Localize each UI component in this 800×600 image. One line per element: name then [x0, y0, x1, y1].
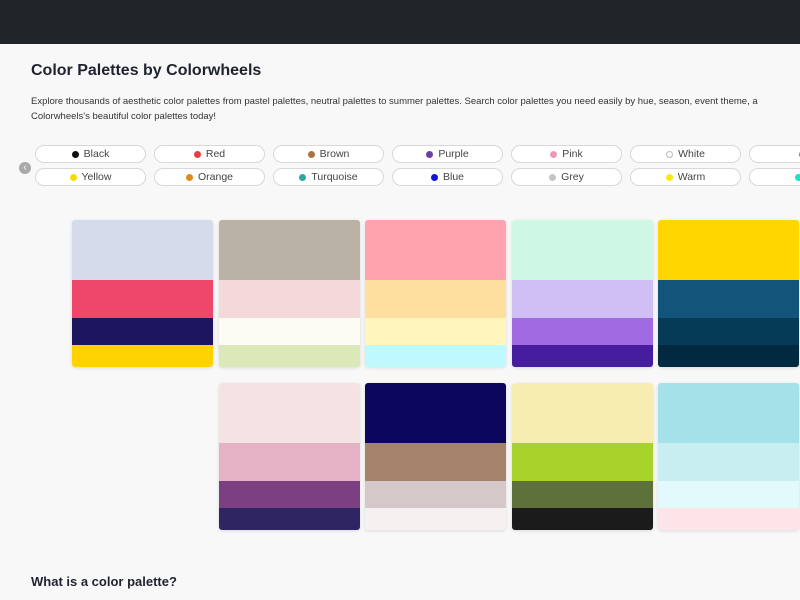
- color-dot-icon: [299, 173, 307, 181]
- palette-card[interactable]: [219, 220, 360, 367]
- palette-swatch[interactable]: [72, 318, 213, 345]
- palette-swatch[interactable]: [219, 443, 360, 482]
- palette-card[interactable]: [658, 220, 799, 367]
- filter-chip-label: Black: [83, 148, 110, 160]
- palette-swatch[interactable]: [512, 280, 653, 319]
- color-dot-icon: [307, 150, 315, 158]
- filter-chip-yellow[interactable]: Yellow: [35, 168, 146, 186]
- palette-swatch[interactable]: [365, 318, 506, 345]
- palette-swatch[interactable]: [512, 443, 653, 482]
- palette-swatch[interactable]: [512, 481, 653, 508]
- palette-swatch[interactable]: [219, 280, 360, 319]
- palette-swatch[interactable]: [512, 220, 653, 281]
- palette-swatch[interactable]: [512, 318, 653, 345]
- color-dot-icon: [550, 150, 558, 158]
- color-dot-icon: [430, 173, 438, 181]
- palette-swatch[interactable]: [72, 220, 213, 281]
- color-dot-icon: [185, 173, 193, 181]
- palette-card[interactable]: [365, 383, 506, 530]
- color-dot-icon: [71, 150, 79, 158]
- palette-swatch[interactable]: [365, 280, 506, 319]
- palette-swatch[interactable]: [219, 318, 360, 345]
- color-dot-icon: [193, 150, 201, 158]
- page-description: Explore thousands of aesthetic color pal…: [31, 94, 800, 124]
- filter-chip-label: Yellow: [81, 171, 112, 183]
- palette-swatch[interactable]: [658, 280, 799, 319]
- page-title: Color Palettes by Colorwheels: [31, 62, 262, 79]
- section-heading: What is a color palette?: [31, 574, 177, 589]
- filter-chip-brown[interactable]: Brown: [273, 145, 384, 163]
- color-dot-icon: [794, 173, 800, 181]
- filter-chip-label: Brown: [319, 148, 350, 160]
- description-line-1: Explore thousands of aesthetic color pal…: [31, 96, 758, 107]
- filter-chip-black[interactable]: Black: [35, 145, 146, 163]
- filter-chip-warm[interactable]: Warm: [630, 168, 741, 186]
- main-content: Color Palettes by Colorwheels Explore th…: [0, 44, 800, 600]
- filter-chip-label: White: [678, 148, 705, 160]
- palette-card[interactable]: [219, 383, 360, 530]
- filter-chip-label: Grey: [561, 171, 584, 183]
- palette-swatch[interactable]: [658, 443, 799, 482]
- filter-chip-white[interactable]: White: [630, 145, 741, 163]
- palette-swatch[interactable]: [512, 507, 653, 530]
- color-filter-bar: Black Red Brown Purple Pink White Yellow Orange…: [35, 145, 800, 190]
- color-dot-icon: [69, 173, 77, 181]
- palette-swatch[interactable]: [219, 507, 360, 530]
- filter-chip-red[interactable]: Red: [154, 145, 265, 163]
- color-dot-icon: [666, 150, 674, 158]
- palette-swatch[interactable]: [658, 318, 799, 345]
- palette-card[interactable]: [365, 220, 506, 367]
- palette-swatch[interactable]: [219, 481, 360, 508]
- palette-swatch[interactable]: [365, 481, 506, 508]
- palette-swatch[interactable]: [365, 220, 506, 281]
- palette-swatch[interactable]: [219, 344, 360, 367]
- palette-swatch[interactable]: [658, 220, 799, 281]
- description-line-2: Colorwheels's beautiful color palettes t…: [31, 111, 217, 122]
- top-navigation-bar: [0, 0, 800, 44]
- color-dot-icon: [665, 173, 673, 181]
- palette-swatch[interactable]: [658, 507, 799, 530]
- filter-chip-grey[interactable]: Grey: [511, 168, 622, 186]
- filter-chip-label: Red: [205, 148, 226, 160]
- palette-swatch[interactable]: [365, 507, 506, 530]
- palette-swatch[interactable]: [365, 344, 506, 367]
- filter-chip-b[interactable]: B: [749, 168, 800, 186]
- scroll-left-icon[interactable]: ‹: [19, 162, 31, 174]
- filter-chip-pink[interactable]: Pink: [511, 145, 622, 163]
- palette-swatch[interactable]: [658, 481, 799, 508]
- filter-chip-turquoise[interactable]: Turquoise: [273, 168, 384, 186]
- palette-swatch[interactable]: [219, 383, 360, 444]
- filter-chip-label: Blue: [442, 171, 464, 183]
- palette-swatch[interactable]: [365, 383, 506, 444]
- palette-swatch[interactable]: [658, 344, 799, 367]
- filter-chip-label: Purple: [438, 148, 469, 160]
- palette-swatch[interactable]: [512, 383, 653, 444]
- palette-card[interactable]: [512, 220, 653, 367]
- palette-swatch[interactable]: [365, 443, 506, 482]
- filter-chip-label: Pink: [562, 148, 583, 160]
- filter-chip-label: Orange: [197, 171, 234, 183]
- palette-card[interactable]: [512, 383, 653, 530]
- palette-swatch[interactable]: [512, 344, 653, 367]
- palette-swatch[interactable]: [219, 220, 360, 281]
- filter-chip-blue[interactable]: Blue: [392, 168, 503, 186]
- palette-card[interactable]: [658, 383, 799, 530]
- filter-chip-label: Warm: [677, 171, 706, 183]
- palette-swatch[interactable]: [658, 383, 799, 444]
- palette-card[interactable]: [72, 220, 213, 367]
- palette-swatch[interactable]: [72, 280, 213, 319]
- filter-chip-label: Turquoise: [311, 171, 358, 183]
- color-dot-icon: [549, 173, 557, 181]
- filter-chip-purple[interactable]: Purple: [392, 145, 503, 163]
- palette-swatch[interactable]: [72, 344, 213, 367]
- filter-chip-orange[interactable]: Orange: [154, 168, 265, 186]
- filter-chip-more[interactable]: [749, 145, 800, 163]
- color-dot-icon: [426, 150, 434, 158]
